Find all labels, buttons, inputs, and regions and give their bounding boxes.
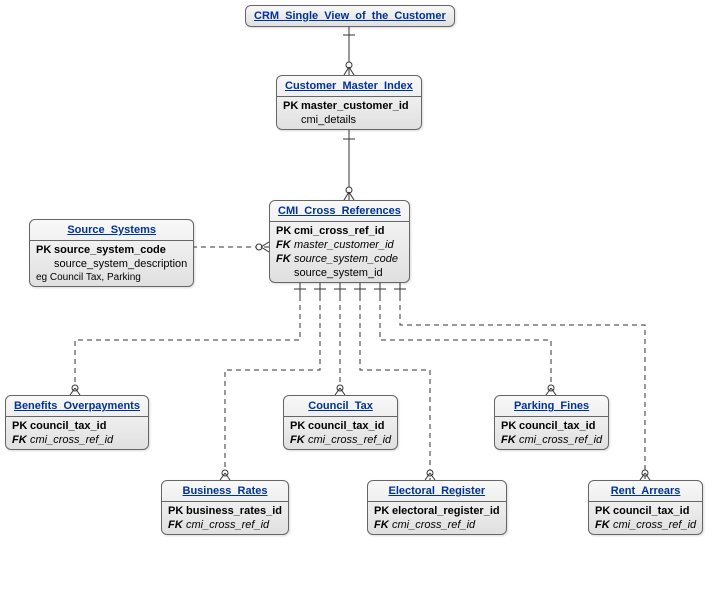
entity-title: CRM_Single_View_of_the_Customer	[246, 6, 454, 26]
entity-cmi-cross-references: CMI_Cross_References PKcmi_cross_ref_id …	[269, 200, 410, 283]
entity-title: Council_Tax	[284, 396, 397, 416]
entity-title: Electoral_Register	[368, 481, 506, 501]
entity-council-tax: Council_Tax PKcouncil_tax_id FKcmi_cross…	[283, 395, 398, 450]
entity-benefits-overpayments: Benefits_Overpayments PKcouncil_tax_id F…	[5, 395, 149, 450]
entity-cmi: Customer_Master_Index PKmaster_customer_…	[276, 75, 422, 130]
entity-title: Customer_Master_Index	[277, 76, 421, 96]
entity-source-systems: Source_Systems PKsource_system_code sour…	[29, 219, 194, 287]
entity-title: Source_Systems	[30, 220, 193, 240]
entity-electoral-register: Electoral_Register PKelectoral_register_…	[367, 480, 507, 535]
entity-parking-fines: Parking_Fines PKcouncil_tax_id FKcmi_cro…	[494, 395, 609, 450]
entity-business-rates: Business_Rates PKbusiness_rates_id FKcmi…	[161, 480, 289, 535]
entity-title: Rent_Arrears	[589, 481, 702, 501]
entity-title: Business_Rates	[162, 481, 288, 501]
entity-title: Parking_Fines	[495, 396, 608, 416]
entity-title: Benefits_Overpayments	[6, 396, 148, 416]
entity-title: CMI_Cross_References	[270, 201, 409, 221]
entity-rent-arrears: Rent_Arrears PKcouncil_tax_id FKcmi_cros…	[588, 480, 703, 535]
entity-crm: CRM_Single_View_of_the_Customer	[245, 5, 455, 27]
